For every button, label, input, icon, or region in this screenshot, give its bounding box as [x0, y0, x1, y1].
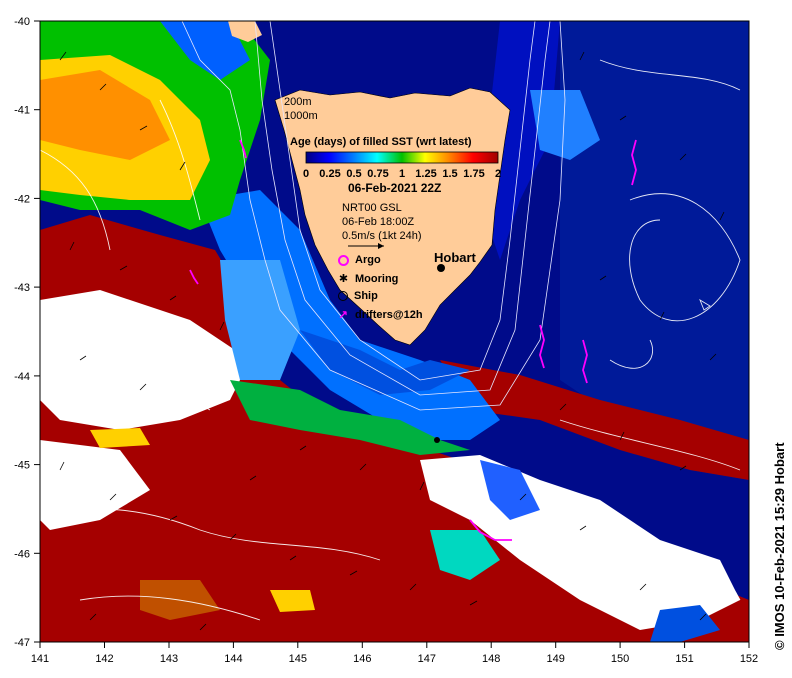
x-tick-label: 152	[740, 653, 758, 665]
x-tick-label: 142	[95, 653, 113, 665]
legend-label: Ship	[354, 290, 378, 302]
colorbar-tick: 2	[494, 168, 502, 180]
credit-label: © IMOS 10-Feb-2021 15:29 Hobart	[772, 442, 787, 650]
colorbar-tick: 0	[302, 168, 310, 180]
colorbar-tick: 1.25	[415, 168, 437, 180]
sst-age-map: 141 142 143 144 145 146 147 148 149 150 …	[14, 16, 758, 665]
colorbar-tick: 1	[398, 168, 406, 180]
y-tick-label: -46	[14, 548, 30, 560]
y-tick-label: -43	[14, 282, 30, 294]
x-tick-label: 149	[547, 653, 565, 665]
legend-item-argo: Argo	[338, 254, 381, 266]
currents-time: 06-Feb 18:00Z	[342, 216, 415, 228]
x-tick-label: 146	[353, 653, 371, 665]
x-tick-label: 150	[611, 653, 629, 665]
x-tick-labels: 141 142 143 144 145 146 147 148 149 150 …	[31, 653, 758, 665]
legend-item-drifters: ↗ drifters@12h	[338, 308, 423, 322]
colorbar	[305, 151, 499, 164]
colorbar-title: Age (days) of filled SST (wrt latest)	[290, 136, 472, 148]
colorbar-tick: 0.75	[367, 168, 389, 180]
colorbar-tick: 0.5	[346, 168, 362, 180]
currents-source: NRT00 GSL	[342, 202, 402, 214]
colorbar-tick: 1.75	[463, 168, 485, 180]
x-tick-label: 148	[482, 653, 500, 665]
legend-label: drifters@12h	[355, 309, 423, 321]
x-tick-label: 143	[160, 653, 178, 665]
hobart-label: Hobart	[434, 250, 476, 265]
y-tick-label: -47	[14, 637, 30, 649]
date-label: 06-Feb-2021 22Z	[348, 181, 442, 195]
drifter-icon: ↗	[338, 308, 349, 322]
y-tick-label: -41	[14, 105, 30, 117]
x-tick-label: 141	[31, 653, 49, 665]
legend-item-mooring: ✱ Mooring	[338, 272, 399, 286]
x-tick-label: 147	[418, 653, 436, 665]
x-tick-label: 144	[224, 653, 242, 665]
scale-label: 0.5m/s (1kt 24h)	[342, 230, 422, 242]
y-tick-label: -44	[14, 371, 30, 383]
legend-label: Mooring	[355, 272, 399, 285]
depth-label-1000: 1000m	[284, 110, 318, 122]
legend-item-ship: Ship	[338, 290, 378, 302]
hobart-marker	[437, 264, 445, 272]
y-tick-label: -42	[14, 193, 30, 205]
colorbar-tick: 1.5	[442, 168, 458, 180]
depth-label-200: 200m	[284, 96, 312, 108]
x-tick-label: 151	[675, 653, 693, 665]
ship-icon	[338, 291, 348, 301]
y-tick-label: -40	[14, 16, 30, 28]
argo-icon	[338, 254, 349, 266]
legend-label: Argo	[355, 254, 381, 266]
x-tick-label: 145	[289, 653, 307, 665]
mooring-icon: ✱	[338, 273, 349, 285]
y-tick-label: -45	[14, 460, 30, 472]
mooring-marker	[434, 437, 440, 443]
y-tick-labels: -40 -41 -42 -43 -44 -45 -46 -47	[14, 16, 30, 649]
colorbar-tick: 0.25	[319, 168, 341, 180]
